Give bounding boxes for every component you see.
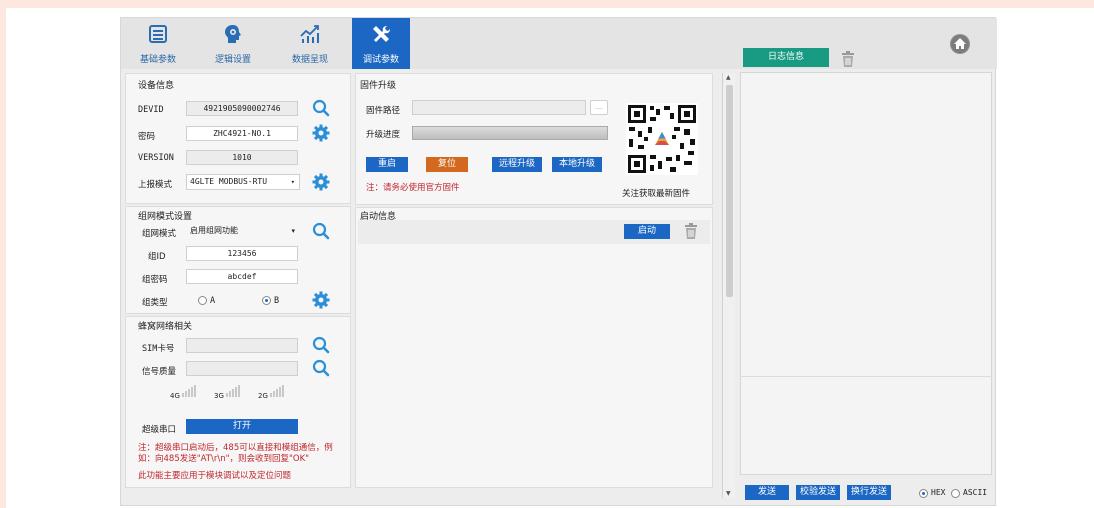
chart-icon <box>300 25 319 43</box>
version-label: VERSION <box>138 153 174 163</box>
format-radio-ascii[interactable] <box>951 489 960 498</box>
remote-upgrade-button[interactable]: 远程升级 <box>492 157 542 172</box>
password-label: 密码 <box>138 132 156 142</box>
net-3g-label: 3G <box>214 392 224 400</box>
firmware-panel: 固件升级 固件路径 .... 升级进度 重启 复位 远程升级 本地升级 注：请务… <box>355 73 713 205</box>
network-mode-select[interactable]: 启用组网功能 ▾ <box>186 223 300 239</box>
firmware-title: 固件升级 <box>360 81 397 91</box>
send-button[interactable]: 发送 <box>745 485 789 500</box>
super-serial-open-button[interactable]: 打开 <box>186 419 298 434</box>
format-hex-label: HEX <box>931 488 946 497</box>
chevron-down-icon: ▾ <box>291 227 295 235</box>
scroll-up-icon[interactable]: ▲ <box>726 74 731 81</box>
home-icon[interactable] <box>949 33 971 55</box>
group-type-b-label: B <box>274 296 280 306</box>
super-serial-label: 超级串口 <box>142 425 177 435</box>
startup-info-panel: 启动信息 启动 <box>355 207 713 488</box>
devid-field: 4921905090002746 <box>186 101 298 116</box>
search-icon[interactable] <box>312 336 330 354</box>
top-toolbar: 基础参数 逻辑设置 数据呈现 调试参数 日志信息 <box>121 18 997 69</box>
firmware-path-field[interactable] <box>412 100 586 115</box>
report-mode-select[interactable]: 4GLTE MODBUS-RTU ▾ <box>186 174 300 190</box>
signal-bars-3g <box>226 385 240 397</box>
group-type-radio-a[interactable] <box>198 296 207 305</box>
format-radio-hex[interactable] <box>919 489 928 498</box>
cellular-panel: 蜂窝网络相关 SIM卡号 信号质量 4G 3G 2G 超级串口 打开 注：超级串… <box>125 316 351 488</box>
log-output-area[interactable] <box>740 72 992 475</box>
version-field: 1010 <box>186 150 298 165</box>
trash-icon[interactable] <box>841 51 855 67</box>
signal-quality-label: 信号质量 <box>142 367 177 377</box>
super-serial-purpose: 此功能主要应用于模块调试以及定位问题 <box>138 471 292 481</box>
tab-log-info[interactable]: 日志信息 <box>743 48 829 67</box>
signal-bars-4g <box>182 385 196 397</box>
browse-button[interactable]: .... <box>590 100 608 115</box>
tab-logic-settings[interactable]: 逻辑设置 <box>204 18 262 69</box>
firmware-note: 注：请务必使用官方固件 <box>366 183 460 193</box>
sim-field <box>186 338 298 353</box>
device-info-title: 设备信息 <box>138 81 175 91</box>
group-type-label: 组类型 <box>142 298 168 308</box>
tab-logic-settings-label: 逻辑设置 <box>214 55 251 65</box>
network-mode-value: 启用组网功能 <box>190 226 238 235</box>
vertical-scrollbar[interactable]: ▲ ▼ <box>722 73 735 498</box>
network-mode-panel: 组网模式设置 组网模式 启用组网功能 ▾ 组ID 123456 组密码 abcd… <box>125 206 351 314</box>
tab-basic-params-label: 基础参数 <box>139 55 176 65</box>
qr-code-icon <box>626 103 698 175</box>
tab-debug-params[interactable]: 调试参数 <box>352 18 410 69</box>
net-4g-label: 4G <box>170 392 180 400</box>
chevron-down-icon: ▾ <box>290 178 295 186</box>
tab-debug-params-label: 调试参数 <box>362 55 399 65</box>
password-field[interactable]: ZHC4921-NO.1 <box>186 126 298 141</box>
signal-bars-2g <box>270 385 284 397</box>
network-mode-title: 组网模式设置 <box>138 212 193 222</box>
network-mode-label: 组网模式 <box>142 229 177 239</box>
search-icon[interactable] <box>312 222 330 240</box>
upgrade-progress-label: 升级进度 <box>366 130 401 140</box>
firmware-path-label: 固件路径 <box>366 106 401 116</box>
super-serial-note: 注：超级串口启动后，485可以直接和模组通信，例如：向485发送"AT\r\n"… <box>138 443 333 464</box>
restart-button[interactable]: 重启 <box>366 157 408 172</box>
device-info-panel: 设备信息 DEVID 4921905090002746 密码 ZHC4921-N… <box>125 73 351 204</box>
start-button[interactable]: 启动 <box>624 224 670 239</box>
list-icon <box>149 25 167 43</box>
devid-label: DEVID <box>138 105 164 115</box>
gear-icon[interactable] <box>312 291 330 309</box>
net-2g-label: 2G <box>258 392 268 400</box>
group-id-label: 组ID <box>148 252 166 262</box>
search-icon[interactable] <box>312 99 330 117</box>
group-type-radio-b[interactable] <box>262 296 271 305</box>
reset-button[interactable]: 复位 <box>426 157 468 172</box>
cellular-title: 蜂窝网络相关 <box>138 322 193 332</box>
group-type-a-label: A <box>210 296 216 306</box>
format-ascii-label: ASCII <box>963 488 988 497</box>
app-window: 基础参数 逻辑设置 数据呈现 调试参数 日志信息 设备信息 DEVID 4921… <box>120 17 997 506</box>
report-mode-label: 上报模式 <box>138 180 173 190</box>
gear-icon[interactable] <box>312 124 330 142</box>
sim-label: SIM卡号 <box>142 344 175 354</box>
scrollbar-thumb[interactable] <box>726 85 733 297</box>
check-send-button[interactable]: 校验发送 <box>796 485 840 500</box>
upgrade-progress-bar <box>412 126 608 140</box>
signal-quality-field <box>186 361 298 376</box>
trash-icon[interactable] <box>684 223 698 239</box>
group-password-label: 组密码 <box>142 275 168 285</box>
gear-icon[interactable] <box>312 173 330 191</box>
group-id-field[interactable]: 123456 <box>186 246 298 261</box>
tools-icon <box>373 26 390 42</box>
log-divider <box>740 376 992 377</box>
tab-basic-params[interactable]: 基础参数 <box>129 18 187 69</box>
local-upgrade-button[interactable]: 本地升级 <box>552 157 602 172</box>
tab-data-display-label: 数据呈现 <box>291 55 328 65</box>
gear-brain-icon <box>225 25 241 43</box>
qr-caption: 关注获取最新固件 <box>622 189 691 199</box>
search-icon[interactable] <box>312 359 330 377</box>
report-mode-value: 4GLTE MODBUS-RTU <box>190 177 268 186</box>
tab-data-display[interactable]: 数据呈现 <box>281 18 339 69</box>
group-password-field[interactable]: abcdef <box>186 269 298 284</box>
scroll-down-icon[interactable]: ▼ <box>726 490 731 497</box>
newline-send-button[interactable]: 换行发送 <box>847 485 891 500</box>
